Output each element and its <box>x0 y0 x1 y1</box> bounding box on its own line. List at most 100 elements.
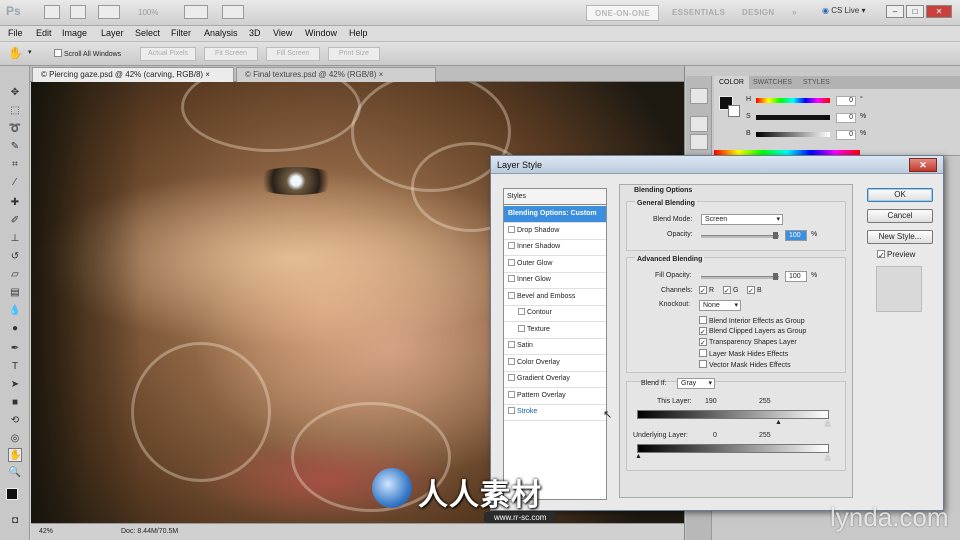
hand-tool-active-icon[interactable]: ✋ <box>8 448 22 462</box>
style-checkbox[interactable] <box>508 341 515 348</box>
eyedropper-tool-icon[interactable]: ⁄ <box>8 176 22 190</box>
gradient-tool-icon[interactable]: ▤ <box>8 286 22 300</box>
new-style-button[interactable]: New Style... <box>867 230 933 244</box>
blend-interior-checkbox[interactable] <box>699 316 707 324</box>
style-bevel-emboss[interactable]: Bevel and Emboss <box>504 289 606 306</box>
dialog-titlebar[interactable]: Layer Style ✕ <box>491 156 943 174</box>
style-outer-glow[interactable]: Outer Glow <box>504 256 606 273</box>
underlying-black-handle[interactable]: ▲ <box>635 453 642 460</box>
bridge-icon[interactable] <box>44 5 60 19</box>
cs-live-menu[interactable]: ◉ CS Live ▾ <box>822 6 865 15</box>
type-tool-icon[interactable]: T <box>8 360 22 374</box>
menu-select[interactable]: Select <box>135 28 160 38</box>
navigator-panel-icon[interactable] <box>690 116 708 132</box>
workspace-design[interactable]: DESIGN <box>734 5 782 21</box>
style-checkbox[interactable] <box>518 325 525 332</box>
saturation-value[interactable]: 0 <box>836 113 856 123</box>
mini-bridge-icon[interactable] <box>70 5 86 19</box>
fill-opacity-slider-thumb[interactable] <box>773 273 778 280</box>
fit-screen-button[interactable]: Fit Screen <box>204 47 258 61</box>
style-contour[interactable]: Contour <box>504 305 606 322</box>
channel-r-checkbox[interactable]: ✓ <box>699 286 707 295</box>
tool-preset-dropdown-icon[interactable]: ▾ <box>28 48 32 56</box>
menu-view[interactable]: View <box>273 28 292 38</box>
opacity-slider[interactable] <box>701 235 779 238</box>
channel-r[interactable]: ✓ R <box>699 286 714 295</box>
tab-swatches[interactable]: SWATCHES <box>748 76 797 89</box>
vector-mask-hides-option[interactable]: Vector Mask Hides Effects <box>699 360 791 369</box>
style-checkbox[interactable] <box>508 374 515 381</box>
scroll-all-checkbox[interactable] <box>54 49 62 57</box>
channel-b[interactable]: ✓ B <box>747 286 762 295</box>
zoom-percentage[interactable]: 42% <box>39 528 53 535</box>
history-brush-tool-icon[interactable]: ↺ <box>8 250 22 264</box>
menu-3d[interactable]: 3D <box>249 28 261 38</box>
maximize-button[interactable]: □ <box>906 5 924 18</box>
workspace-essentials[interactable]: ESSENTIALS <box>664 5 733 21</box>
hand-tool-icon[interactable]: ✋ <box>8 46 23 60</box>
brightness-slider[interactable] <box>756 132 830 137</box>
path-selection-tool-icon[interactable]: ➤ <box>8 378 22 392</box>
arrange-documents-icon[interactable] <box>184 5 208 19</box>
style-checkbox[interactable] <box>508 407 515 414</box>
menu-filter[interactable]: Filter <box>171 28 191 38</box>
healing-brush-tool-icon[interactable]: ✚ <box>8 196 22 210</box>
style-checkbox[interactable] <box>518 308 525 315</box>
style-checkbox[interactable] <box>508 292 515 299</box>
style-checkbox[interactable] <box>508 242 515 249</box>
pen-tool-icon[interactable]: ✒ <box>8 342 22 356</box>
menu-window[interactable]: Window <box>305 28 337 38</box>
screen-mode-icon[interactable] <box>222 5 244 19</box>
ok-button[interactable]: OK <box>867 188 933 202</box>
move-tool-icon[interactable]: ✥ <box>8 86 22 100</box>
opacity-slider-thumb[interactable] <box>773 232 778 239</box>
underlying-layer-gradient-slider[interactable] <box>637 444 829 453</box>
transparency-shapes-option[interactable]: ✓ Transparency Shapes Layer <box>699 338 797 347</box>
zoom-level[interactable]: 100% <box>138 8 158 17</box>
menu-help[interactable]: Help <box>349 28 368 38</box>
style-checkbox[interactable] <box>508 275 515 282</box>
marquee-tool-icon[interactable]: ⬚ <box>8 104 22 118</box>
workspace-more[interactable]: » <box>784 5 805 21</box>
channel-g[interactable]: ✓ G <box>723 286 738 295</box>
blend-interior-option[interactable]: Blend Interior Effects as Group <box>699 316 805 325</box>
scroll-all-windows-option[interactable]: Scroll All Windows <box>54 49 121 58</box>
menu-edit[interactable]: Edit <box>36 28 52 38</box>
menu-analysis[interactable]: Analysis <box>204 28 238 38</box>
dialog-close-button[interactable]: ✕ <box>909 158 937 172</box>
workspace-one-on-one[interactable]: ONE-ON-ONE <box>586 5 659 21</box>
crop-tool-icon[interactable]: ⌗ <box>8 158 22 172</box>
style-blending-options[interactable]: Blending Options: Custom <box>504 206 606 223</box>
menu-file[interactable]: File <box>8 28 23 38</box>
layer-mask-hides-option[interactable]: Layer Mask Hides Effects <box>699 349 788 358</box>
fill-opacity-slider[interactable] <box>701 276 779 279</box>
fill-screen-button[interactable]: Fill Screen <box>266 47 320 61</box>
this-layer-gradient-slider[interactable] <box>637 410 829 419</box>
tab-final-textures[interactable]: © Final textures.psd @ 42% (RGB/8) × <box>236 67 436 82</box>
preview-option[interactable]: ✓ Preview <box>877 250 915 260</box>
style-color-overlay[interactable]: Color Overlay <box>504 355 606 372</box>
print-size-button[interactable]: Print Size <box>328 47 380 61</box>
style-drop-shadow[interactable]: Drop Shadow <box>504 223 606 240</box>
quick-mask-icon[interactable]: ◘ <box>8 514 22 528</box>
opacity-input[interactable]: 100 <box>785 230 807 241</box>
blend-clipped-option[interactable]: ✓ Blend Clipped Layers as Group <box>699 327 806 336</box>
actual-pixels-button[interactable]: Actual Pixels <box>140 47 196 61</box>
blend-if-select[interactable]: Gray <box>677 378 715 389</box>
view-extras-icon[interactable] <box>98 5 120 19</box>
mini-bridge-panel-icon[interactable] <box>690 88 708 104</box>
3d-rotate-tool-icon[interactable]: ⟲ <box>8 414 22 428</box>
hue-slider[interactable] <box>756 98 830 103</box>
fill-opacity-input[interactable]: 100 <box>785 271 807 282</box>
3d-orbit-tool-icon[interactable]: ◎ <box>8 432 22 446</box>
quick-select-tool-icon[interactable]: ✎ <box>8 140 22 154</box>
style-checkbox[interactable] <box>508 259 515 266</box>
underlying-white-handle[interactable]: △ <box>825 453 830 461</box>
transparency-shapes-checkbox[interactable]: ✓ <box>699 338 707 347</box>
zoom-tool-icon[interactable]: 🔍 <box>8 466 22 480</box>
style-satin[interactable]: Satin <box>504 338 606 355</box>
styles-header[interactable]: Styles <box>504 189 606 205</box>
color-panel-background-swatch[interactable] <box>728 105 740 117</box>
menu-image[interactable]: Image <box>62 28 87 38</box>
style-texture[interactable]: Texture <box>504 322 606 339</box>
